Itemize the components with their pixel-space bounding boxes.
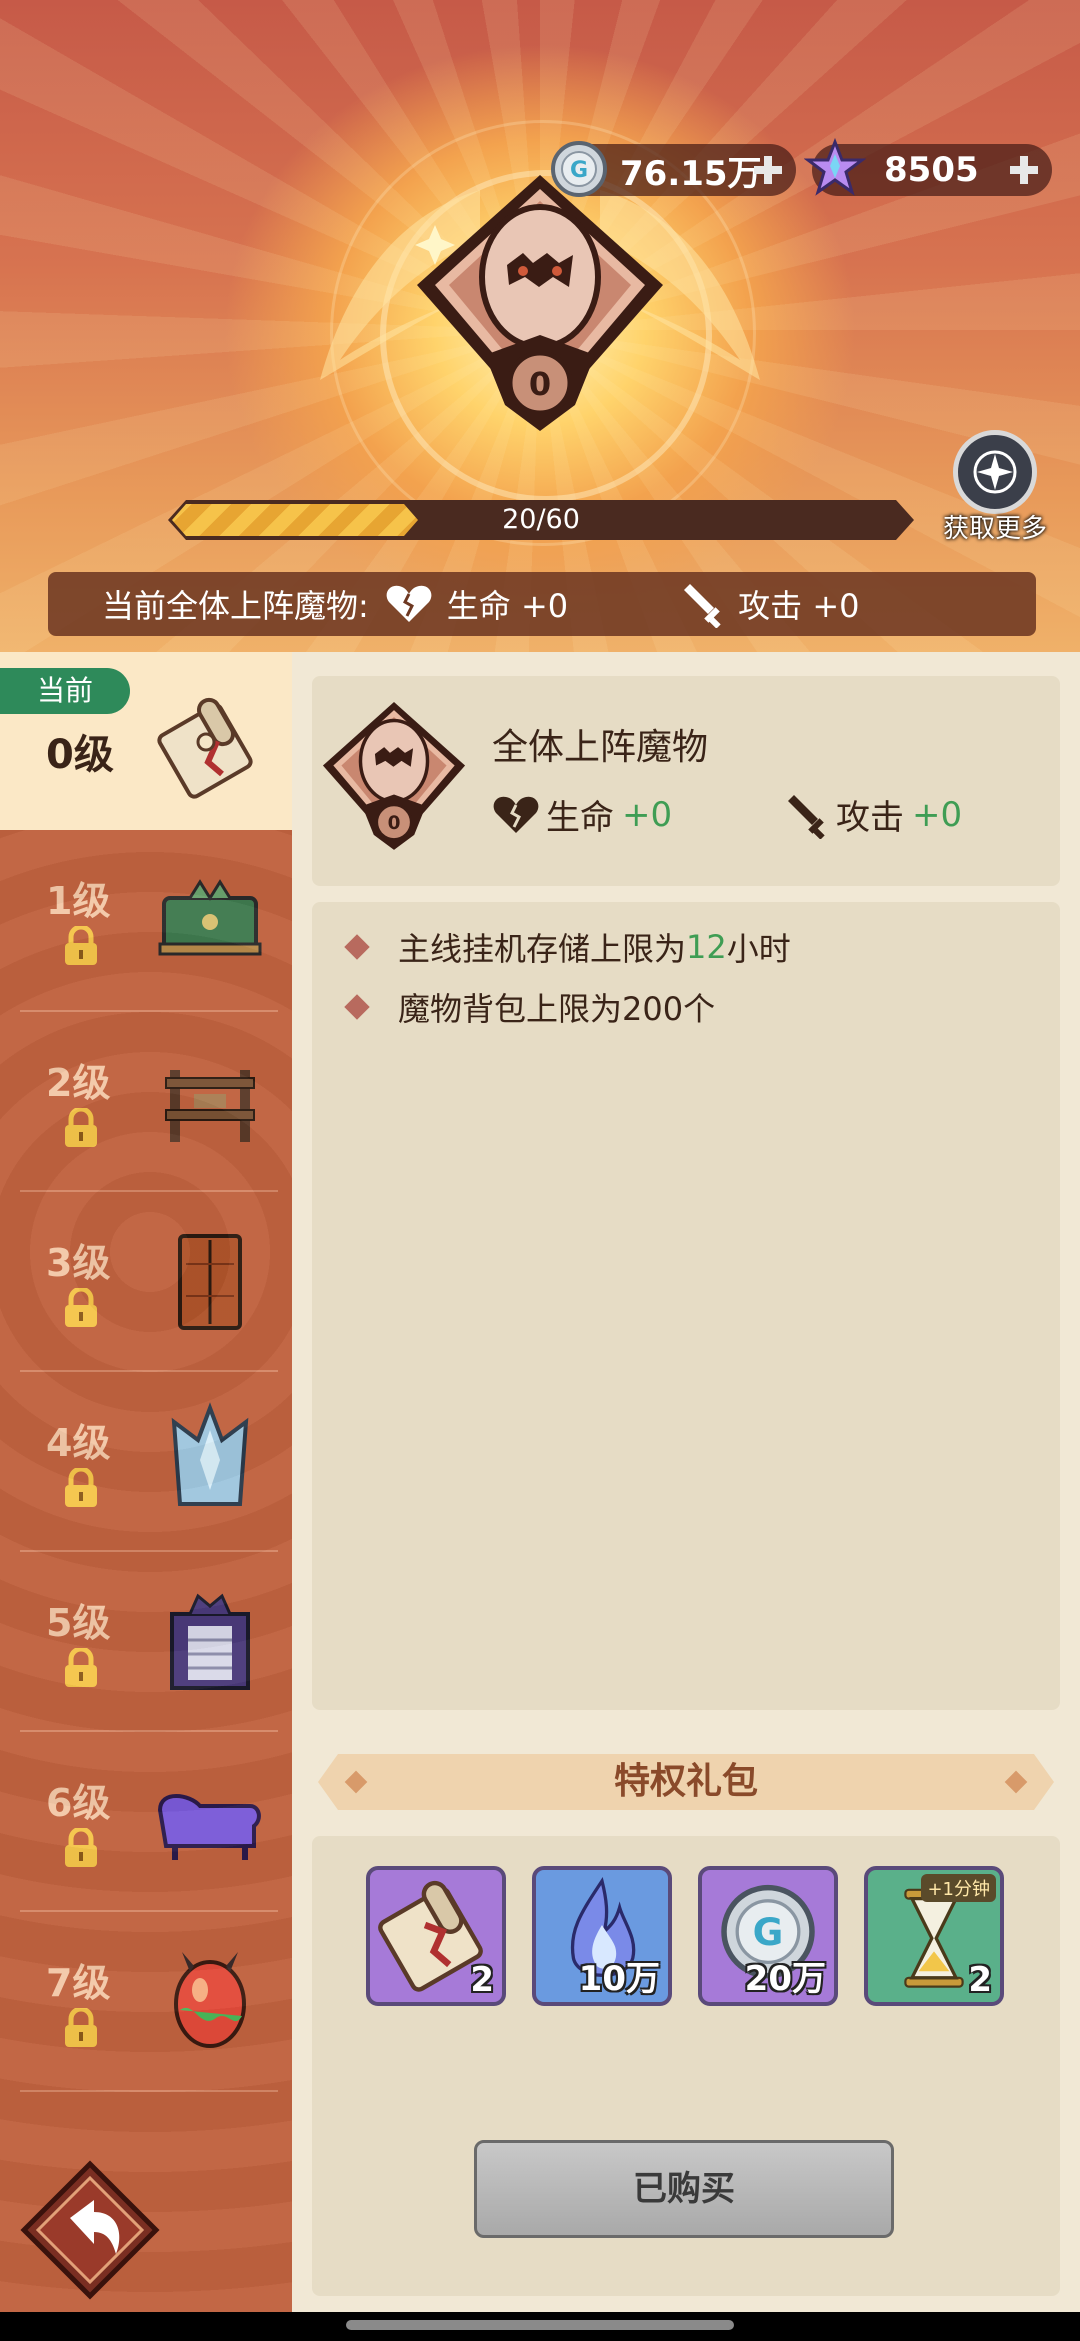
level-label: 4级 [46,1421,111,1465]
get-more-button[interactable]: 获取更多 [930,430,1060,550]
gem-icon [804,138,866,196]
level-label: 7级 [46,1961,111,2005]
lock-icon [65,1648,97,1687]
level-item-1[interactable]: 1级 [20,830,278,1010]
lock-icon [65,2008,97,2047]
add-gem-button[interactable] [1004,150,1044,190]
reward-item-hourglass[interactable]: +1分钟 2 [864,1866,1004,2006]
bonus-summary-card: 0 全体上阵魔物 生命 +0 攻击 +0 [312,676,1060,886]
level-label: 5级 [46,1601,111,1645]
hp-bonus: 生命 +0 [492,790,672,839]
level-label: 1级 [46,879,111,923]
level-item-6[interactable]: 6级 [20,1730,278,1912]
privilege-pack-title: 特权礼包 [613,1761,758,1802]
bonus-title: 全体上阵魔物 [492,727,709,768]
reward-count: 20万 [744,1959,826,1999]
privilege-pack-card: 2 10万 G 20万 +1分钟 2 已购买 [312,1836,1060,2296]
current-tag: 当前 [0,668,130,714]
level-item-7[interactable]: 7级 [20,1910,278,2092]
team-stats-bar: 当前全体上阵魔物: 生命 +0 攻击 +0 [48,572,1036,636]
team-atk-stat: 攻击 +0 [738,587,860,625]
team-stats-prefix: 当前全体上阵魔物: [102,587,369,625]
current-level-label: 0级 [46,732,114,778]
home-indicator[interactable] [346,2320,734,2330]
lock-icon [65,926,97,965]
svg-text:G: G [753,1910,784,1954]
crystal-throne-icon [171,1402,249,1506]
system-nav-bar [0,2312,1080,2341]
privilege-description-card: 主线挂机存储上限为 12 小时 魔物背包上限为200个 [312,902,1060,1710]
reward-count: 2 [968,1960,992,2000]
diamond-ornament-icon [1004,1770,1028,1794]
diamond-bullet-icon [344,994,370,1020]
reward-bonus-tag: +1分钟 [921,1874,996,1902]
level-item-2[interactable]: 2级 [20,1010,278,1192]
broken-heart-icon [386,585,432,622]
svg-text:0: 0 [388,813,401,834]
diamond-bullet-icon [344,934,370,960]
badge-level-text: 0 [529,365,551,403]
reward-item-flame[interactable]: 10万 [532,1866,672,2006]
purple-sofa-icon [157,1794,261,1860]
exp-progress-text: 20/60 [502,504,580,535]
rank-badge-icon: 0 [415,175,663,431]
level-item-3[interactable]: 3级 [20,1190,278,1372]
broken-heart-icon [493,796,539,833]
green-bed-icon [158,879,262,956]
wooden-shelf-icon [165,1070,255,1142]
level-label: 6级 [46,1781,111,1825]
lock-icon [65,1468,97,1507]
reward-count: 10万 [578,1959,660,1999]
team-hp-stat: 生命 +0 [446,587,569,625]
sword-icon [788,794,825,839]
level-label: 3级 [46,1241,111,1285]
level-item-current[interactable]: 当前 0级 [0,652,292,830]
add-coin-button[interactable] [748,150,788,190]
level-sidebar[interactable]: 当前 0级 1级 2级 3级 4级 5级 6级 7级 [0,652,292,2312]
lock-icon [65,1828,97,1867]
level-label: 2级 [46,1061,111,1105]
privilege-line-bag: 魔物背包上限为200个 [342,984,715,1030]
exp-progress-bar: 20/60 [168,500,914,540]
atk-bonus: 攻击 +0 [780,790,962,839]
lock-icon [65,1288,97,1327]
level-item-5[interactable]: 5级 [20,1550,278,1732]
lock-icon [65,1108,97,1147]
wardrobe-icon [178,1234,242,1330]
get-more-label: 获取更多 [942,514,1047,544]
reward-item-scroll[interactable]: 2 [366,1866,506,2006]
diamond-ornament-icon [344,1770,368,1794]
rank-badge-small-icon: 0 [322,702,466,850]
gem-currency: 8505 [804,138,1052,196]
purple-shrine-icon [170,1593,250,1690]
reward-item-coin[interactable]: G 20万 [698,1866,838,2006]
back-button[interactable] [20,2160,160,2300]
level-item-4[interactable]: 4级 [20,1370,278,1552]
privilege-pack-header: 特权礼包 [318,1754,1054,1810]
monster-egg-icon [174,1952,246,2048]
gem-value: 8505 [884,150,979,190]
compass-star-icon [973,450,1017,494]
sword-icon [684,584,721,628]
scroll-icon [157,697,253,799]
purchased-button[interactable]: 已购买 [474,2140,894,2238]
privilege-line-storage: 主线挂机存储上限为 12 小时 [342,924,791,970]
reward-count: 2 [470,1960,494,2000]
